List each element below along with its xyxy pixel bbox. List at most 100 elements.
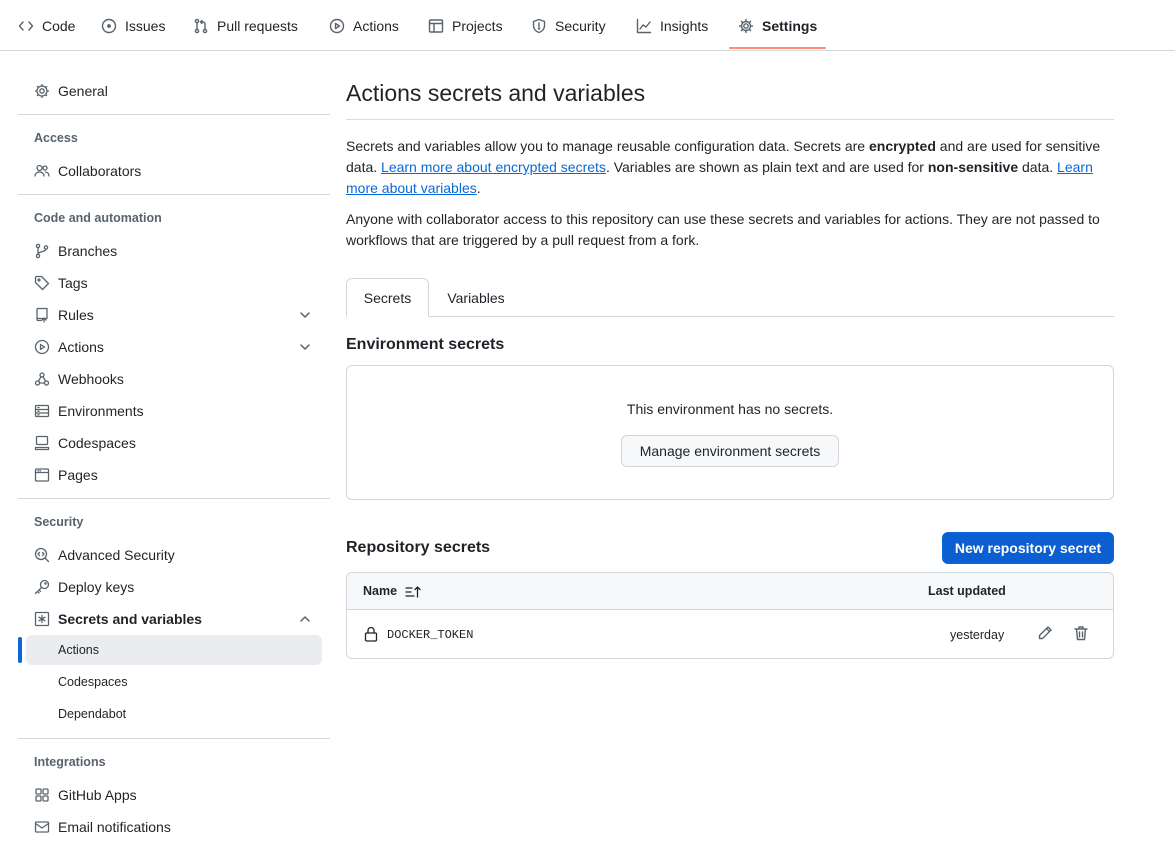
tab-insights[interactable]: Insights (636, 0, 708, 51)
server-icon (34, 403, 50, 419)
webhook-icon (34, 371, 50, 387)
tab-label: Issues (125, 17, 166, 34)
empty-state-text: This environment has no secrets. (626, 401, 834, 417)
environment-secrets-box: This environment has no secrets. Manage … (346, 365, 1114, 500)
sidebar-item-label: Advanced Security (58, 547, 175, 563)
sidebar-item-tags[interactable]: Tags (26, 267, 322, 299)
sidebar-item-codespaces[interactable]: Codespaces (26, 427, 322, 459)
sidebar-subitem-label: Dependabot (58, 707, 127, 721)
sidebar-item-deploy-keys[interactable]: Deploy keys (26, 571, 322, 603)
lock-icon (364, 626, 378, 642)
tab-label: Actions (353, 17, 399, 34)
sidebar-heading-integrations: Integrations (34, 755, 106, 769)
active-item-indicator (18, 637, 22, 663)
sidebar-item-collaborators[interactable]: Collaborators (26, 155, 322, 187)
tab-security[interactable]: Security (531, 0, 606, 51)
mail-icon (34, 819, 50, 835)
table-header: Name Last updated (347, 573, 1113, 610)
chevron-down-icon[interactable] (298, 340, 312, 354)
sidebar-divider (18, 498, 330, 499)
tag-icon (34, 275, 50, 291)
sidebar-item-label: Actions (58, 339, 104, 355)
column-header-last-updated: Last updated (928, 584, 1006, 598)
pencil-icon[interactable] (1036, 624, 1054, 642)
repo-push-icon (34, 307, 50, 323)
codescan-icon (34, 547, 50, 563)
intro-text: data. (1018, 159, 1058, 175)
intro-text: . Variables are shown as plain text and … (605, 159, 928, 175)
tab-label: Settings (762, 17, 818, 34)
sidebar-item-pages[interactable]: Pages (26, 459, 322, 491)
intro-bold-non-sensitive: non-sensitive (927, 159, 1019, 175)
sidebar-item-label: Codespaces (58, 435, 136, 451)
sidebar-item-label: Tags (58, 275, 88, 291)
tab-label: Secrets (363, 289, 412, 306)
tab-variables[interactable]: Variables (436, 278, 516, 317)
sidebar-item-secrets-and-variables[interactable]: Secrets and variables (26, 603, 322, 635)
sidebar-item-label: Deploy keys (58, 579, 135, 595)
sort-icon[interactable] (405, 585, 421, 599)
environment-secrets-title: Environment secrets (346, 336, 505, 353)
play-icon (329, 18, 345, 34)
sidebar-item-label: Webhooks (58, 371, 124, 387)
shield-icon (531, 18, 547, 34)
table-icon (428, 18, 444, 34)
key-icon (34, 579, 50, 595)
sidebar-item-label: Rules (58, 307, 94, 323)
tab-settings[interactable]: Settings (738, 0, 817, 51)
sidebar-item-email-notifications[interactable]: Email notifications (26, 811, 322, 843)
sidebar-subitem-actions[interactable]: Actions (26, 635, 322, 665)
sidebar-divider (18, 738, 330, 739)
tab-label: Insights (660, 17, 709, 34)
asterisk-icon (34, 611, 50, 627)
gear-icon (738, 18, 754, 34)
sidebar-subitem-dependabot[interactable]: Dependabot (26, 699, 322, 729)
codespaces-icon (34, 435, 50, 451)
intro-paragraph: Secrets and variables allow you to manag… (346, 136, 1114, 199)
tab-pull-requests[interactable]: Pull requests (193, 0, 298, 51)
tab-label: Projects (452, 17, 503, 34)
tab-label: Security (555, 17, 606, 34)
pull-request-icon (193, 18, 209, 34)
sidebar-item-label: Pages (58, 467, 98, 483)
repository-secrets-table: Name Last updated DOCKER_TOKEN yesterday (346, 572, 1114, 659)
sidebar-item-label: GitHub Apps (58, 787, 137, 803)
selected-tab-indicator (729, 47, 826, 49)
tab-code[interactable]: Code (18, 0, 75, 51)
intro-text: . (476, 180, 481, 196)
tab-actions[interactable]: Actions (329, 0, 399, 51)
sidebar-item-actions[interactable]: Actions (26, 331, 322, 363)
title-divider (346, 119, 1114, 120)
sidebar-item-webhooks[interactable]: Webhooks (26, 363, 322, 395)
branch-icon (34, 243, 50, 259)
tab-secrets[interactable]: Secrets (346, 278, 429, 317)
sidebar-subitem-label: Codespaces (58, 675, 128, 689)
repo-nav: Code Issues Pull requests Actions Projec… (0, 0, 1175, 51)
chevron-down-icon[interactable] (298, 308, 312, 322)
sidebar-item-general[interactable]: General (26, 75, 322, 107)
sidebar-item-label: General (58, 83, 108, 99)
graph-icon (636, 18, 652, 34)
trash-icon[interactable] (1072, 624, 1090, 642)
sidebar-divider (18, 194, 330, 195)
secret-last-updated: yesterday (950, 628, 1005, 642)
sidebar-item-environments[interactable]: Environments (26, 395, 322, 427)
play-icon (34, 339, 50, 355)
sidebar-subitem-codespaces[interactable]: Codespaces (26, 667, 322, 697)
intro-text: Secrets and variables allow you to manag… (346, 138, 869, 154)
tab-issues[interactable]: Issues (101, 0, 165, 51)
manage-environment-secrets-button[interactable]: Manage environment secrets (621, 435, 839, 467)
sidebar-item-github-apps[interactable]: GitHub Apps (26, 779, 322, 811)
sidebar-item-branches[interactable]: Branches (26, 235, 322, 267)
sidebar-divider (18, 114, 330, 115)
sidebar-item-advanced-security[interactable]: Advanced Security (26, 539, 322, 571)
chevron-up-icon[interactable] (298, 612, 312, 626)
people-icon (34, 163, 50, 179)
new-repository-secret-button[interactable]: New repository secret (942, 532, 1114, 564)
tab-label: Pull requests (217, 17, 298, 34)
sidebar-item-rules[interactable]: Rules (26, 299, 322, 331)
tab-projects[interactable]: Projects (428, 0, 503, 51)
intro-bold-encrypted: encrypted (868, 138, 936, 154)
table-row: DOCKER_TOKEN yesterday (347, 610, 1113, 658)
encrypted-secrets-link[interactable]: Learn more about encrypted secrets (381, 159, 606, 175)
